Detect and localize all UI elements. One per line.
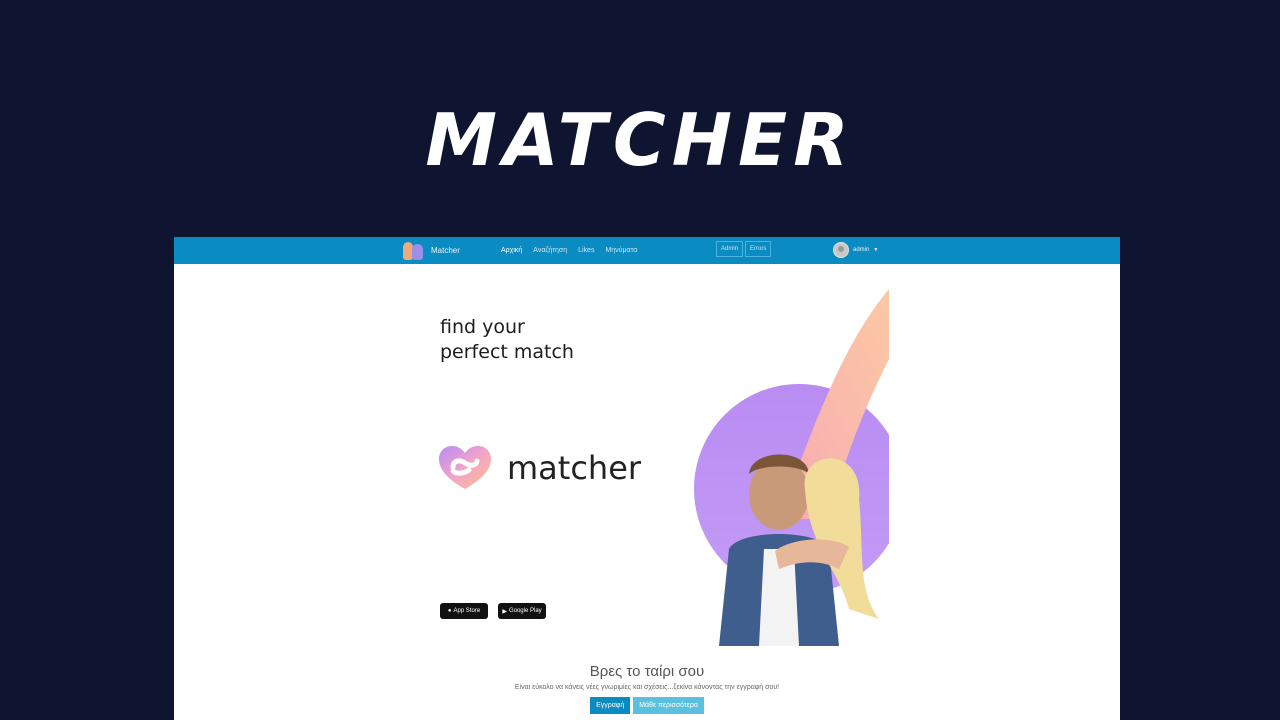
- brand-logo-icon: [402, 239, 425, 261]
- heart-logo-icon: [439, 446, 491, 489]
- admin-button-group: Admin Errors: [716, 241, 772, 257]
- caret-down-icon: ▼: [873, 247, 879, 253]
- hero-title: MATCHER: [425, 98, 855, 182]
- nav-links: Αρχική Αναζήτηση Likes Μηνύματα: [501, 237, 637, 264]
- cta-subtitle: Είναι εύκολο να κάνεις νέες γνωριμίες κα…: [514, 684, 780, 691]
- promo-banner: find your perfect match matcher ● App St…: [439, 289, 889, 646]
- app-store-badge[interactable]: ● App Store: [440, 603, 488, 619]
- cta-title: Βρες το ταίρι σου: [589, 663, 705, 680]
- brand[interactable]: Matcher: [402, 239, 460, 261]
- play-icon: ▶: [502, 608, 507, 615]
- nav-link-likes[interactable]: Likes: [578, 247, 594, 254]
- couple-photo: [694, 289, 889, 646]
- store-badges: ● App Store ▶ Google Play: [440, 603, 546, 619]
- navbar: Matcher Αρχική Αναζήτηση Likes Μηνύματα …: [174, 237, 1120, 264]
- register-button[interactable]: Εγγραφή: [590, 697, 631, 714]
- nav-link-home[interactable]: Αρχική: [501, 247, 522, 254]
- errors-button[interactable]: Errors: [745, 241, 772, 257]
- tagline: find your perfect match: [440, 315, 574, 365]
- brand-name: Matcher: [431, 245, 460, 255]
- google-play-label: Google Play: [508, 608, 542, 614]
- cta-buttons: Εγγραφή Μάθε περισσότερα: [174, 697, 1120, 714]
- username: admin: [853, 247, 870, 253]
- user-menu[interactable]: admin ▼: [833, 242, 878, 258]
- call-to-action: Βρες το ταίρι σου Είναι εύκολο να κάνεις…: [174, 662, 1120, 714]
- tagline-line-2: perfect match: [440, 341, 574, 363]
- app-screenshot-frame: Matcher Αρχική Αναζήτηση Likes Μηνύματα …: [174, 237, 1120, 720]
- logo-wordmark: matcher: [507, 449, 642, 487]
- avatar: [833, 242, 849, 258]
- google-play-badge[interactable]: ▶ Google Play: [498, 603, 546, 619]
- matcher-logo: matcher: [439, 443, 641, 493]
- tagline-line-1: find your: [440, 316, 525, 338]
- learn-more-button[interactable]: Μάθε περισσότερα: [633, 697, 704, 714]
- apple-icon: ●: [447, 608, 452, 614]
- app-store-label: App Store: [453, 608, 481, 614]
- nav-link-messages[interactable]: Μηνύματα: [605, 247, 637, 254]
- admin-button[interactable]: Admin: [716, 241, 744, 257]
- nav-link-search[interactable]: Αναζήτηση: [533, 247, 567, 254]
